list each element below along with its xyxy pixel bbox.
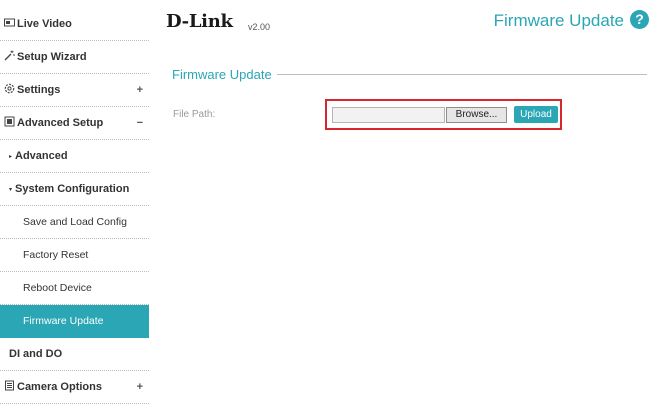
sidebar-item-label: Camera Options: [17, 381, 102, 393]
sidebar-item-label: Live Video: [17, 18, 72, 30]
advanced-setup-icon: [4, 116, 15, 127]
page-title: Firmware Update: [493, 11, 624, 30]
gear-icon: [4, 83, 15, 94]
video-icon: [4, 17, 15, 28]
sidebar-item-camera-options[interactable]: Camera Options +: [0, 371, 149, 404]
sidebar-item-reboot-device[interactable]: Reboot Device: [0, 272, 149, 305]
sidebar-item-label: System Configuration: [15, 183, 130, 195]
file-path-label: File Path:: [173, 109, 216, 120]
sidebar-item-advanced-setup[interactable]: Advanced Setup −: [0, 107, 149, 140]
expand-icon[interactable]: +: [137, 74, 143, 107]
sidebar-item-settings[interactable]: Settings +: [0, 74, 149, 107]
dlink-logo: D-Link: [166, 11, 233, 32]
caret-down-icon: ▾: [9, 187, 13, 193]
section-title: Firmware Update: [172, 67, 272, 82]
sidebar-item-firmware-update[interactable]: Firmware Update: [0, 305, 149, 338]
sidebar-item-label: Setup Wizard: [17, 51, 87, 63]
sidebar-item-label: Advanced Setup: [17, 117, 104, 129]
firmware-update-page: Live Video Setup Wizard Settings + Advan…: [0, 0, 650, 415]
expand-icon[interactable]: +: [137, 371, 143, 404]
sidebar-item-system-configuration[interactable]: ▾ System Configuration: [0, 173, 149, 206]
sidebar-item-label: Factory Reset: [23, 249, 89, 261]
sidebar-item-label: Save and Load Config: [23, 216, 127, 228]
sidebar-item-label: Settings: [17, 84, 61, 96]
sidebar-item-label: DI and DO: [9, 348, 63, 360]
sidebar-item-label: Reboot Device: [23, 282, 92, 294]
sidebar-item-di-and-do[interactable]: DI and DO: [0, 338, 149, 371]
browse-button[interactable]: Browse...: [446, 107, 507, 123]
sidebar-item-factory-reset[interactable]: Factory Reset: [0, 239, 149, 272]
sidebar-item-advanced[interactable]: ▸ Advanced: [0, 140, 149, 173]
sidebar-item-label: Advanced: [15, 150, 68, 162]
camera-options-icon: [4, 380, 15, 391]
file-path-input[interactable]: [332, 107, 445, 123]
section-divider: [277, 74, 647, 75]
wand-icon: [4, 50, 15, 61]
caret-right-icon: ▸: [9, 154, 13, 160]
collapse-icon[interactable]: −: [137, 107, 143, 140]
help-icon[interactable]: ?: [630, 10, 649, 29]
upload-button[interactable]: Upload: [514, 106, 558, 123]
sidebar-item-save-and-load-config[interactable]: Save and Load Config: [0, 206, 149, 239]
sidebar-item-label: Firmware Update: [23, 315, 104, 327]
sidebar-item-live-video[interactable]: Live Video: [0, 8, 149, 41]
sidebar-nav: Live Video Setup Wizard Settings + Advan…: [0, 8, 149, 415]
firmware-version: v2.00: [248, 22, 271, 32]
sidebar-item-setup-wizard[interactable]: Setup Wizard: [0, 41, 149, 74]
